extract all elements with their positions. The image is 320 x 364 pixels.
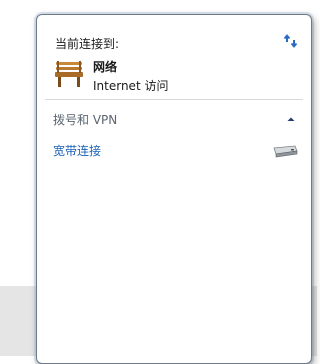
current-network[interactable]: 网络 Internet 访问 xyxy=(53,55,293,97)
modem-icon xyxy=(273,145,298,158)
dialup-vpn-section-header[interactable]: 拨号和 VPN xyxy=(53,109,297,129)
network-status: Internet 访问 xyxy=(93,79,169,93)
refresh-button[interactable] xyxy=(281,31,301,51)
currently-connected-label: 当前连接到: xyxy=(55,37,120,51)
chevron-up-icon[interactable] xyxy=(285,113,297,125)
connection-item-broadband[interactable]: 宽带连接 xyxy=(53,139,299,167)
divider xyxy=(45,99,303,100)
section-title: 拨号和 VPN xyxy=(53,113,118,127)
network-bench-icon xyxy=(55,61,83,87)
refresh-icon xyxy=(283,34,298,48)
connection-name[interactable]: 宽带连接 xyxy=(53,142,101,159)
network-flyout: 当前连接到: 网络 Internet 访问 拨号和 VPN 宽带连接 xyxy=(36,14,312,364)
network-name: 网络 xyxy=(93,60,118,74)
